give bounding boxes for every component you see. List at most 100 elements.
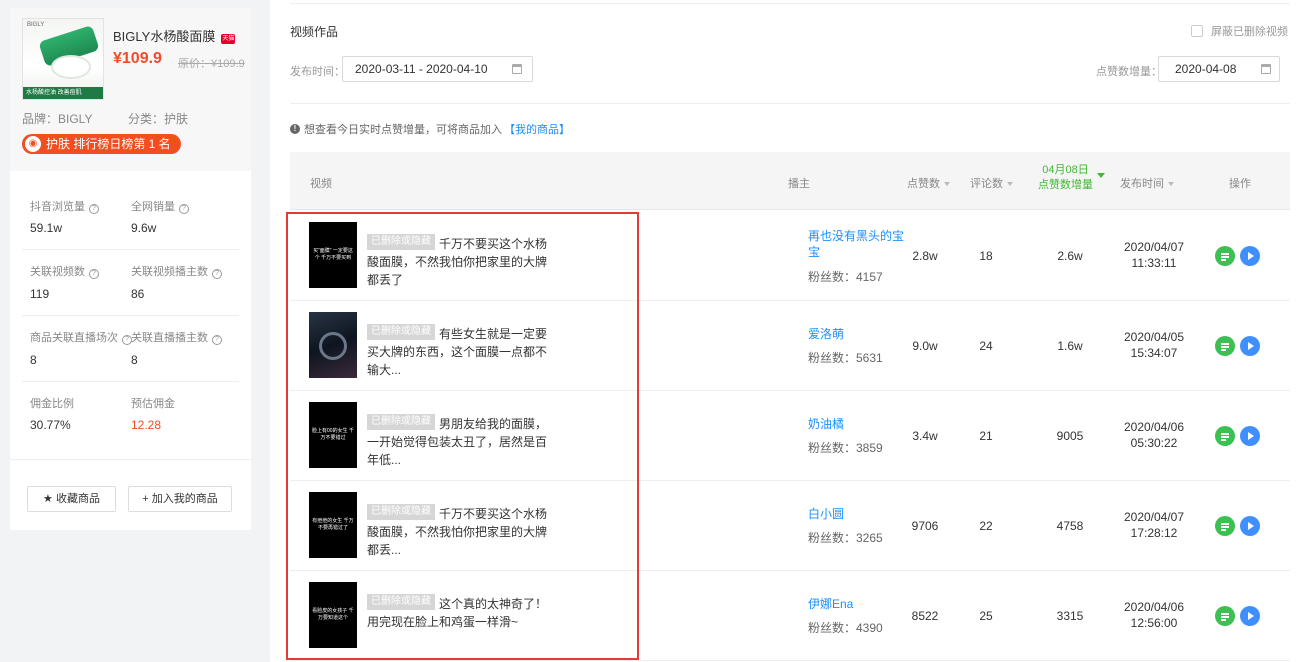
comment-count: 25	[979, 609, 993, 623]
deleted-tag: 已删除或隐藏	[367, 414, 435, 430]
stat-label: 关联视频播主数?	[131, 263, 222, 279]
play-icon[interactable]	[1240, 426, 1260, 446]
add-to-my-products-button[interactable]: + 加入我的商品	[128, 486, 232, 512]
col-comments[interactable]: 评论数	[970, 175, 1013, 191]
publish-time: 2020/04/05 15:34:07	[1114, 329, 1194, 361]
product-original-price: 原价：¥109.9	[178, 58, 245, 70]
play-icon[interactable]	[1240, 606, 1260, 626]
stat-value: 12.28	[131, 418, 162, 432]
product-summary: BIGLY 水杨酸控油 改善痘肌 BIGLY水杨酸面膜 天猫 ¥109.9 原价：…	[10, 8, 251, 171]
product-name-wrap[interactable]: BIGLY水杨酸面膜 天猫	[113, 26, 236, 45]
my-products-link[interactable]: 【我的商品】	[504, 121, 570, 137]
table-row: 有痘痘的女生 千万不要再错过了 千万不要买这个水杨酸面膜，不然我怕你把家里的大牌…	[290, 481, 1290, 571]
favorite-button[interactable]: ★ 收藏商品	[27, 486, 116, 512]
table-row: 脸上有00的女生 千万不要错过 男朋友给我的面膜，一开始觉得包装太丑了，居然是百…	[290, 391, 1290, 481]
col-likes[interactable]: 点赞数	[907, 175, 950, 191]
table-row: 买“面膜” 一定要这个 千万不要买到 千万不要买这个水杨酸面膜，不然我怕你把家里…	[290, 211, 1290, 301]
help-icon[interactable]: ?	[179, 204, 189, 214]
col-video: 视频	[310, 178, 332, 190]
fan-count: 粉丝数：4390	[808, 621, 883, 635]
publish-date: 2020/04/06	[1123, 420, 1185, 434]
detail-icon[interactable]	[1215, 606, 1235, 626]
likes-count: 3.4w	[912, 429, 938, 443]
thumbnail-caption: 有痘痘的女生 千万不要再错过了	[312, 518, 354, 531]
likes-increment: 1.6w	[1057, 339, 1083, 353]
detail-icon[interactable]	[1215, 426, 1235, 446]
help-icon[interactable]: ?	[89, 269, 99, 279]
stat-label: 商品关联直播场次?	[30, 329, 132, 345]
play-icon[interactable]	[1240, 336, 1260, 356]
likes-count: 9706	[911, 519, 939, 533]
help-icon[interactable]: ?	[212, 269, 222, 279]
author-name[interactable]: 白小圆	[808, 506, 904, 522]
author-name[interactable]: 爱洛萌	[808, 326, 904, 342]
product-image[interactable]: BIGLY 水杨酸控油 改善痘肌	[22, 18, 104, 100]
divider	[290, 103, 1290, 104]
stat-label: 全网销量?	[131, 198, 189, 214]
publish-date: 2020/04/07	[1123, 240, 1185, 254]
deleted-tag: 已删除或隐藏	[367, 504, 435, 520]
stat-label-text: 关联视频数	[30, 266, 85, 278]
product-image-brand: BIGLY	[27, 22, 45, 28]
video-thumbnail[interactable]	[309, 312, 357, 378]
divider	[22, 381, 239, 382]
col-publish-time[interactable]: 发布时间	[1120, 175, 1174, 191]
help-icon[interactable]: ?	[212, 335, 222, 345]
rank-badge[interactable]: ◉ 护肤 排行榜日榜第 1 名	[22, 134, 181, 154]
product-category: 分类：护肤	[128, 112, 189, 126]
likes-increment-label: 点赞数增量：	[1096, 66, 1162, 78]
product-name[interactable]: BIGLY水杨酸面膜	[113, 29, 215, 44]
rank-badge-label: 护肤 排行榜日榜第 1 名	[46, 137, 171, 151]
stat-label: 佣金比例	[30, 398, 74, 410]
date-range-picker[interactable]: 2020-03-11 - 2020-04-10	[342, 56, 533, 82]
fan-count: 粉丝数：3265	[808, 531, 883, 545]
likes-increment: 9005	[1056, 429, 1084, 443]
checkbox[interactable]	[1191, 25, 1203, 37]
thumbnail-caption: 脸上有00的女生 千万不要错过	[312, 428, 354, 441]
likes-date-value: 2020-04-08	[1175, 62, 1237, 76]
author-name[interactable]: 奶油橘	[808, 416, 904, 432]
video-thumbnail[interactable]: 有痘痘的女生 千万不要再错过了	[309, 492, 357, 558]
detail-icon[interactable]	[1215, 246, 1235, 266]
publish-time-label: 发布时间：	[290, 66, 345, 78]
col-operations: 操作	[1229, 178, 1251, 190]
stat-value: 59.1w	[30, 221, 63, 235]
author-name[interactable]: 伊娜Ena	[808, 596, 904, 612]
col-likes-increment[interactable]: 04月08日 点赞数增量	[1038, 163, 1105, 193]
product-panel: BIGLY 水杨酸控油 改善痘肌 BIGLY水杨酸面膜 天猫 ¥109.9 原价：…	[10, 8, 251, 530]
deleted-tag: 已删除或隐藏	[367, 234, 435, 250]
divider	[22, 315, 239, 316]
likes-date-picker[interactable]: 2020-04-08	[1158, 56, 1280, 82]
likes-increment: 2.6w	[1057, 249, 1083, 263]
play-icon[interactable]	[1240, 246, 1260, 266]
sort-icon	[1168, 182, 1174, 186]
fan-count: 粉丝数：5631	[808, 351, 883, 365]
divider	[290, 3, 1290, 4]
section-title: 视频作品	[290, 25, 339, 39]
fan-count: 粉丝数：3859	[808, 441, 883, 455]
video-thumbnail[interactable]: 脸上有00的女生 千万不要错过	[309, 402, 357, 468]
col-comments-label: 评论数	[970, 178, 1003, 190]
play-icon[interactable]	[1240, 516, 1260, 536]
video-thumbnail[interactable]: 看脸皮的女孩子 千万要知道这个	[309, 582, 357, 648]
detail-icon[interactable]	[1215, 336, 1235, 356]
publish-time: 2020/04/06 12:56:00	[1114, 599, 1194, 631]
hide-deleted-toggle[interactable]: 屏蔽已删除视频	[1191, 23, 1288, 39]
stat-value: 30.77%	[30, 418, 71, 432]
divider	[22, 249, 239, 250]
video-thumbnail[interactable]: 买“面膜” 一定要这个 千万不要买到	[309, 222, 357, 288]
tmall-icon: 天猫	[221, 34, 236, 44]
author-name[interactable]: 再也没有黑头的宝宝	[808, 228, 904, 260]
table-header: 视频 播主 点赞数 评论数 04月08日 点赞数增量 发布时间 操作	[290, 152, 1290, 210]
comment-count: 24	[979, 339, 993, 353]
publish-time: 2020/04/06 05:30:22	[1114, 419, 1194, 451]
comment-count: 21	[979, 429, 993, 443]
stat-label-text: 抖音浏览量	[30, 201, 85, 213]
tip-text: 想查看今日实时点赞增量，可将商品加入	[304, 124, 502, 136]
deleted-tag: 已删除或隐藏	[367, 594, 435, 610]
video-works-panel: 视频作品 屏蔽已删除视频 发布时间： 2020-03-11 - 2020-04-…	[270, 0, 1310, 662]
detail-icon[interactable]	[1215, 516, 1235, 536]
help-icon[interactable]: ?	[89, 204, 99, 214]
sort-icon	[944, 182, 950, 186]
stat-label-text: 关联直播播主数	[131, 332, 208, 344]
